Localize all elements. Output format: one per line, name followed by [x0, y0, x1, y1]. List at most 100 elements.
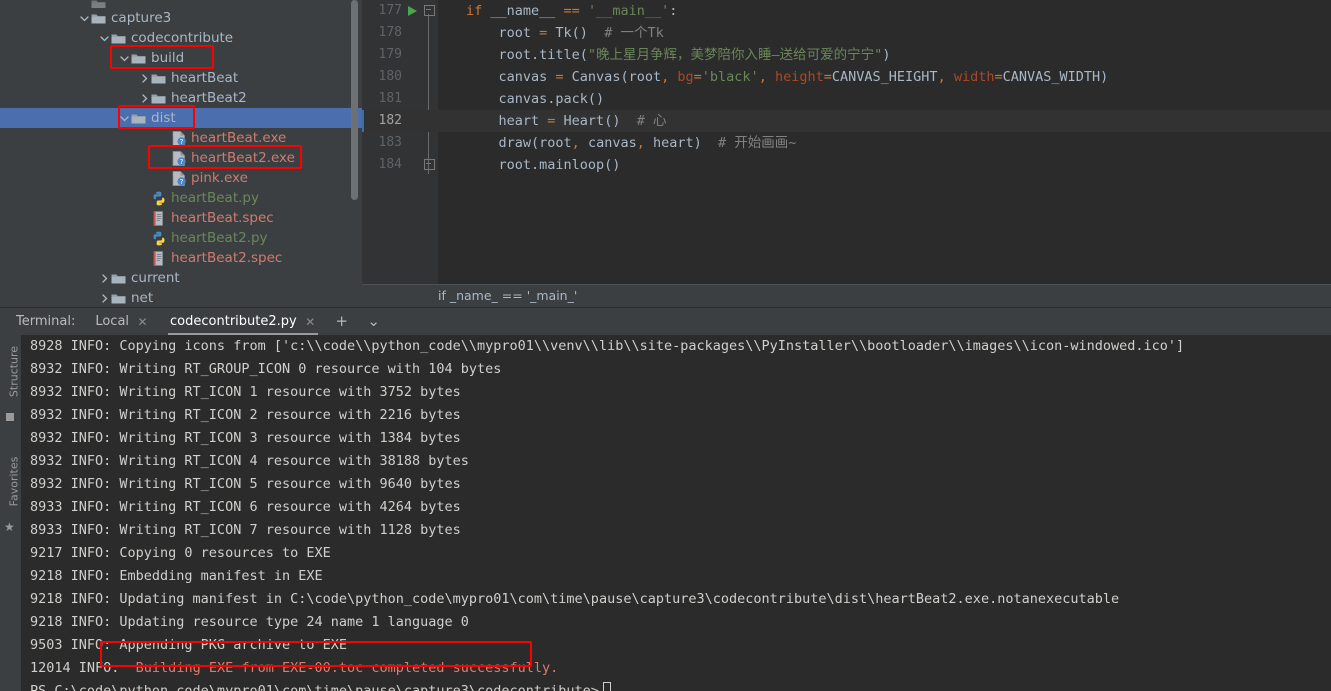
code-line[interactable]: 183 draw(root, canvas, heart) # 开始画画~ [362, 132, 1331, 154]
terminal-body[interactable]: Structure Favorites ★ 8928 INFO: Copying… [0, 335, 1331, 691]
python-file-icon [151, 188, 167, 208]
line-number: 178 [378, 25, 402, 40]
folder-icon [91, 8, 107, 28]
tree-item-heartbeat2-spec[interactable]: heartBeat2.spec [0, 248, 362, 268]
tree-item-codecontribute[interactable]: codecontribute [0, 28, 362, 48]
tree-item-current[interactable]: current [0, 268, 362, 288]
structure-rail-label[interactable]: Structure [8, 342, 21, 402]
terminal-header: Terminal: Local ✕ codecontribute2.py ✕ +… [0, 307, 1331, 335]
chevron-right-icon[interactable] [138, 68, 151, 88]
star-icon[interactable]: ★ [4, 520, 15, 534]
close-icon[interactable]: ✕ [137, 315, 148, 329]
folder-icon [111, 268, 127, 288]
line-number: 183 [378, 135, 402, 150]
tree-item-heartbeat2-exe[interactable]: ? heartBeat2.exe [0, 148, 362, 168]
tree-item-dist[interactable]: dist [0, 108, 362, 128]
line-number: 180 [378, 69, 402, 84]
terminal-line: 9218 INFO: Embedding manifest in EXE [30, 568, 323, 584]
project-tree-panel[interactable]: capture3 codecontribute build heartBeat hear… [0, 0, 362, 307]
structure-icon[interactable] [6, 413, 14, 421]
tree-item-label: capture3 [111, 10, 172, 26]
code-fold-collapse-icon[interactable] [424, 5, 435, 16]
tree-item-label: heartBeat [171, 70, 239, 86]
terminal-line: 8932 INFO: Writing RT_ICON 5 resource wi… [30, 476, 461, 492]
terminal-tab-label: codecontribute2.py [170, 314, 297, 329]
tree-item-pink-exe[interactable]: ? pink.exe [0, 168, 362, 188]
breadcrumb[interactable]: if _name_ == '_main_' [362, 284, 1331, 307]
tree-item-label: heartBeat2.py [171, 230, 268, 246]
tree-item-build[interactable]: build [0, 48, 362, 68]
chevron-right-icon[interactable] [98, 288, 111, 307]
line-number: 184 [378, 157, 402, 172]
terminal-line: 9503 INFO: Appending PKG archive to EXE [30, 637, 347, 653]
terminal-line: 8933 INFO: Writing RT_ICON 6 resource wi… [30, 499, 461, 515]
code-line[interactable]: 184 root.mainloop() [362, 154, 1331, 176]
line-number: 182 [378, 113, 402, 128]
terminal-tab-local[interactable]: Local ✕ [93, 308, 150, 335]
tree-item-heartbeat2[interactable]: heartBeat2 [0, 88, 362, 108]
run-arrow-icon[interactable] [408, 6, 417, 16]
close-icon[interactable]: ✕ [305, 315, 316, 329]
code-line[interactable]: 181 canvas.pack() [362, 88, 1331, 110]
project-tree[interactable]: capture3 codecontribute build heartBeat hear… [0, 0, 362, 307]
code-line[interactable]: 177 if __name__ == '__main__': [362, 0, 1331, 22]
top-split: capture3 codecontribute build heartBeat hear… [0, 0, 1331, 307]
tree-arrow-placeholder [138, 208, 151, 228]
add-terminal-button[interactable]: + [334, 308, 350, 335]
tree-arrow-placeholder [158, 168, 171, 188]
chevron-right-icon[interactable] [138, 88, 151, 108]
tree-item-partial[interactable] [0, 0, 362, 8]
tree-item-heartbeat-spec[interactable]: heartBeat.spec [0, 208, 362, 228]
code-line[interactable]: 178 root = Tk() # 一个Tk [362, 22, 1331, 44]
terminal-success-prefix: 12014 INFO: [30, 660, 128, 676]
chevron-down-icon[interactable] [78, 8, 91, 28]
folder-icon [111, 28, 127, 48]
chevron-down-icon[interactable] [98, 28, 111, 48]
terminal-prompt-line[interactable]: PS C:\code\python_code\mypro01\com\time\… [21, 680, 1331, 691]
chevron-down-icon[interactable] [118, 108, 131, 128]
code-text: canvas = Canvas(root, bg='black', height… [466, 69, 1109, 85]
chevron-down-icon[interactable] [118, 48, 131, 68]
terminal-success-line: 12014 INFO: Building EXE from EXE-00.toc… [21, 657, 1331, 680]
terminal-tab-codecontribute2[interactable]: codecontribute2.py ✕ [168, 308, 318, 335]
favorites-rail-label[interactable]: Favorites [8, 452, 21, 512]
tree-item-label: heartBeat.exe [191, 130, 287, 146]
code-text: draw(root, canvas, heart) # 开始画画~ [466, 135, 797, 151]
terminal-tab-label: Local [95, 314, 130, 329]
tree-item-label: net [131, 290, 154, 306]
code-text: root = Tk() # 一个Tk [466, 25, 664, 41]
folder-icon [111, 288, 127, 307]
tree-item-heartbeat2-py[interactable]: heartBeat2.py [0, 228, 362, 248]
exe-unknown-file-icon: ? [171, 168, 187, 188]
editor-panel[interactable]: 177 if __name__ == '__main__': 178 root = … [362, 0, 1331, 307]
folder-icon [131, 48, 147, 68]
svg-text:?: ? [180, 157, 184, 166]
terminal-line: 9218 INFO: Updating resource type 24 nam… [30, 614, 469, 630]
tree-arrow-placeholder [158, 148, 171, 168]
line-number: 179 [378, 47, 402, 62]
code-line[interactable]: 182 heart = Heart() # 心 [362, 110, 1331, 132]
code-content[interactable]: 177 if __name__ == '__main__': 178 root = … [362, 0, 1331, 285]
tree-item-heartbeat-exe[interactable]: ? heartBeat.exe [0, 128, 362, 148]
terminal-panel: Terminal: Local ✕ codecontribute2.py ✕ +… [0, 307, 1331, 691]
terminal-options-chevron-icon[interactable]: ⌄ [366, 308, 382, 335]
tree-item-label: heartBeat2 [171, 90, 247, 106]
tree-arrow-placeholder [78, 0, 91, 8]
terminal-line: 8933 INFO: Writing RT_ICON 7 resource wi… [30, 522, 461, 538]
project-tree-scrollbar[interactable] [351, 0, 358, 200]
tree-item-net[interactable]: net [0, 288, 362, 307]
tree-arrow-placeholder [138, 188, 151, 208]
spec-file-icon [151, 208, 167, 228]
chevron-right-icon[interactable] [98, 268, 111, 288]
code-line[interactable]: 180 canvas = Canvas(root, bg='black', he… [362, 66, 1331, 88]
code-fold-end-icon[interactable] [424, 159, 435, 170]
terminal-scrollbar[interactable] [1319, 335, 1331, 691]
code-line[interactable]: 179 root.title("晚上星月争辉，美梦陪你入睡—送给可爱的宁宁") [362, 44, 1331, 66]
terminal-line: 9217 INFO: Copying 0 resources to EXE [30, 545, 331, 561]
exe-unknown-file-icon: ? [171, 128, 187, 148]
tree-item-label: heartBeat2.exe [191, 150, 295, 166]
tree-item-capture3[interactable]: capture3 [0, 8, 362, 28]
tree-item-heartbeat[interactable]: heartBeat [0, 68, 362, 88]
terminal-line: 8932 INFO: Writing RT_GROUP_ICON 0 resou… [30, 361, 502, 377]
tree-item-heartbeat-py[interactable]: heartBeat.py [0, 188, 362, 208]
